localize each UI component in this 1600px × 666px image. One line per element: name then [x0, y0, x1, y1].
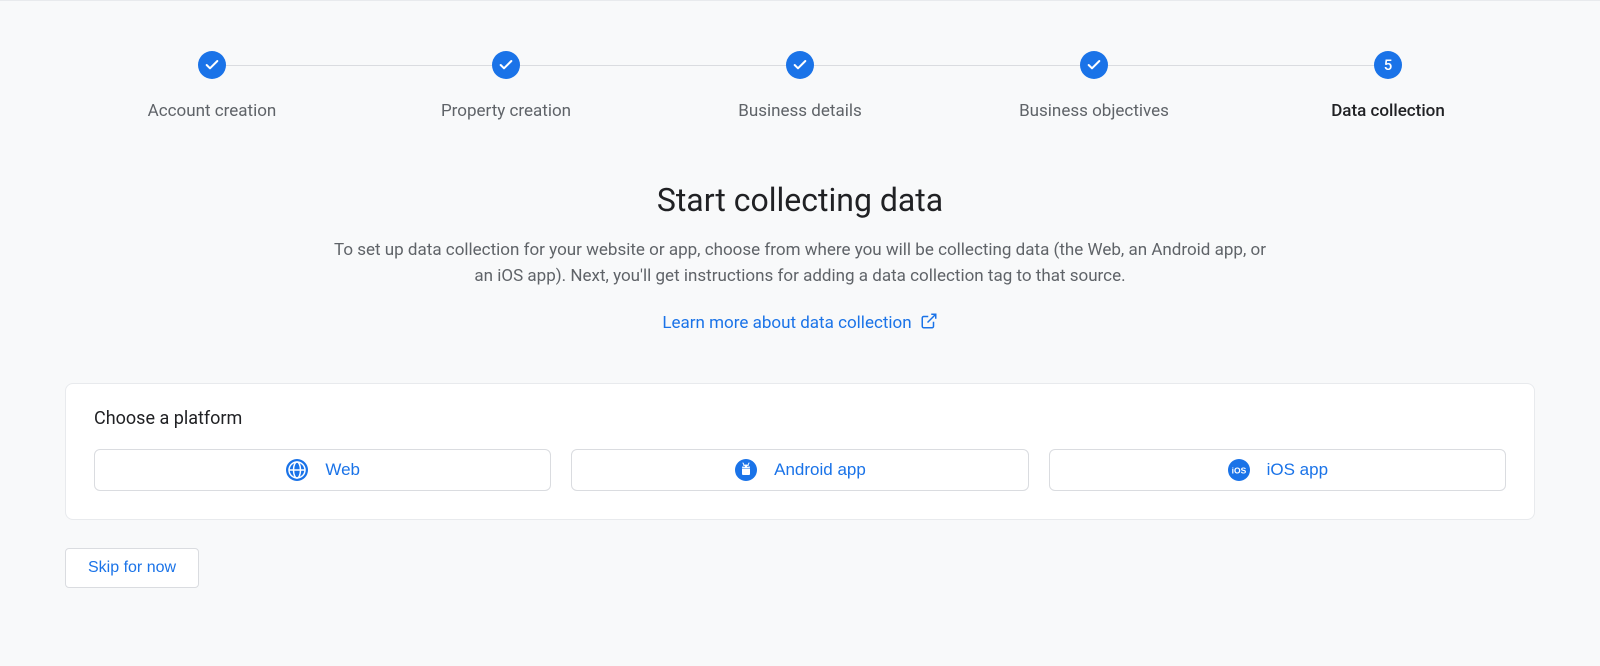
skip-button[interactable]: Skip for now [65, 548, 199, 588]
open-in-new-icon [920, 312, 938, 335]
progress-stepper: Account creation Property creation Busin… [65, 51, 1535, 121]
check-icon [786, 51, 814, 79]
step-label: Property creation [441, 101, 571, 121]
learn-more-link[interactable]: Learn more about data collection [662, 312, 937, 335]
platform-web-button[interactable]: Web [94, 449, 551, 491]
android-icon [734, 458, 758, 482]
step-business-objectives: Business objectives [947, 51, 1241, 121]
step-label: Data collection [1331, 101, 1445, 121]
page-description: To set up data collection for your websi… [325, 237, 1275, 290]
step-property-creation: Property creation [359, 51, 653, 121]
platform-android-label: Android app [774, 460, 866, 480]
ios-icon: iOS [1227, 458, 1251, 482]
platform-android-button[interactable]: Android app [571, 449, 1028, 491]
page-title: Start collecting data [300, 181, 1300, 219]
step-label: Business objectives [1019, 101, 1169, 121]
check-icon [492, 51, 520, 79]
platform-card: Choose a platform Web Android app iOS iO… [65, 383, 1535, 520]
check-icon [198, 51, 226, 79]
learn-more-label: Learn more about data collection [662, 313, 911, 333]
step-account-creation: Account creation [65, 51, 359, 121]
platform-ios-button[interactable]: iOS iOS app [1049, 449, 1506, 491]
step-label: Account creation [148, 101, 277, 121]
platform-heading: Choose a platform [94, 408, 1506, 429]
platform-ios-label: iOS app [1267, 460, 1328, 480]
step-data-collection: 5 Data collection [1241, 51, 1535, 121]
step-number-icon: 5 [1374, 51, 1402, 79]
web-icon [285, 458, 309, 482]
step-business-details: Business details [653, 51, 947, 121]
platform-web-label: Web [325, 460, 360, 480]
step-label: Business details [738, 101, 862, 121]
svg-text:iOS: iOS [1231, 465, 1246, 475]
check-icon [1080, 51, 1108, 79]
